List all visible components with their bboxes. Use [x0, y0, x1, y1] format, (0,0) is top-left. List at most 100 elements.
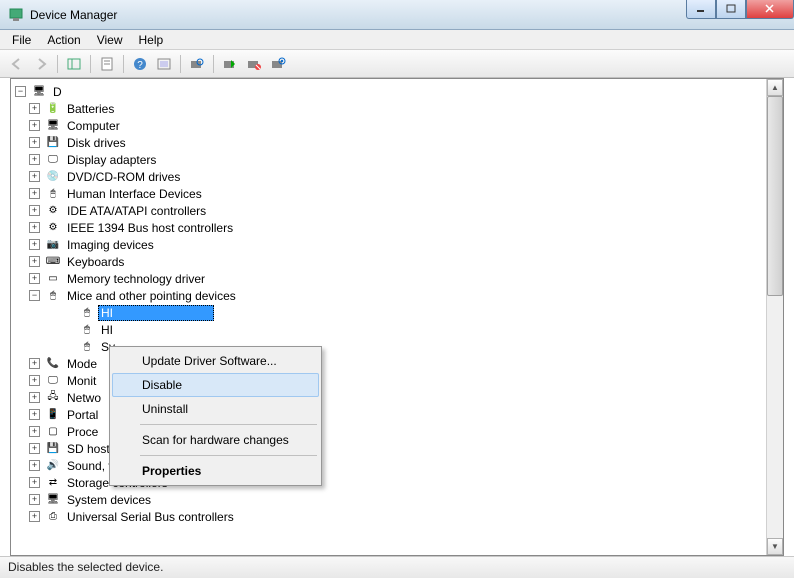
cd-icon [45, 169, 61, 185]
expand-icon[interactable]: + [29, 375, 40, 386]
tree-category[interactable]: +Display adapters [15, 151, 766, 168]
usb-icon [45, 509, 61, 525]
mouse-icon [79, 339, 95, 355]
forward-button[interactable] [30, 53, 52, 75]
toolbar-separator [180, 55, 181, 73]
collapse-icon[interactable]: − [15, 86, 26, 97]
tree-root[interactable]: −D [15, 83, 766, 100]
mouse-icon [79, 322, 95, 338]
tree-category-label: Monit [64, 373, 99, 389]
scroll-up-button[interactable]: ▲ [767, 79, 783, 96]
expand-icon[interactable]: + [29, 171, 40, 182]
ctx-update-driver[interactable]: Update Driver Software... [112, 349, 319, 373]
controller-icon [45, 203, 61, 219]
expand-icon[interactable]: + [29, 477, 40, 488]
tree-category[interactable]: + DVD/CD-ROM drives [15, 168, 766, 185]
expand-icon[interactable]: + [29, 205, 40, 216]
tree-category-label: Computer [64, 118, 123, 134]
toolbar-separator [123, 55, 124, 73]
ctx-scan[interactable]: Scan for hardware changes [112, 428, 319, 452]
expand-icon[interactable]: + [29, 358, 40, 369]
expand-icon[interactable]: + [29, 120, 40, 131]
sound-icon [45, 458, 61, 474]
portable-icon [45, 407, 61, 423]
expand-icon[interactable]: + [29, 273, 40, 284]
minimize-button[interactable] [686, 0, 716, 19]
tree-category[interactable]: +Batteries [15, 100, 766, 117]
scroll-down-button[interactable]: ▼ [767, 538, 783, 555]
disable-button[interactable] [243, 53, 265, 75]
tree-category-label: Proce [64, 424, 101, 440]
app-icon [8, 7, 24, 23]
properties-button[interactable] [96, 53, 118, 75]
tree-category[interactable]: + Computer [15, 117, 766, 134]
collapse-icon[interactable]: − [29, 290, 40, 301]
imaging-icon [45, 237, 61, 253]
expand-icon[interactable]: + [29, 137, 40, 148]
toolbar-separator [213, 55, 214, 73]
expand-icon[interactable]: + [29, 188, 40, 199]
storage-icon [45, 475, 61, 491]
menu-file[interactable]: File [4, 31, 39, 49]
monitor-icon [45, 373, 61, 389]
expand-icon[interactable]: + [29, 409, 40, 420]
tree-category[interactable]: + IDE ATA/ATAPI controllers [15, 202, 766, 219]
toolbar-separator [57, 55, 58, 73]
tree-category-label: Memory technology driver [64, 271, 208, 287]
tree-category-label: System devices [64, 492, 154, 508]
menu-help[interactable]: Help [131, 31, 172, 49]
tree-device[interactable]: HI [15, 321, 766, 338]
keyboard-icon [45, 254, 61, 270]
tree-category[interactable]: + Universal Serial Bus controllers [15, 508, 766, 525]
tree-category[interactable]: + Disk drives [15, 134, 766, 151]
tree-category-label: Human Interface Devices [64, 186, 205, 202]
enable-button[interactable] [219, 53, 241, 75]
tree-category[interactable]: + System devices [15, 491, 766, 508]
tree-category-label: Disk drives [64, 135, 129, 151]
controller-icon [45, 220, 61, 236]
back-button[interactable] [6, 53, 28, 75]
show-hide-console-button[interactable] [63, 53, 85, 75]
uninstall-button[interactable] [267, 53, 289, 75]
tree-category-label: IDE ATA/ATAPI controllers [64, 203, 209, 219]
tree-device[interactable]: HI [15, 304, 766, 321]
expand-icon[interactable]: + [29, 392, 40, 403]
expand-icon[interactable]: + [29, 256, 40, 267]
refresh-button[interactable] [153, 53, 175, 75]
tree-category[interactable]: +Imaging devices [15, 236, 766, 253]
tree-category-label: Universal Serial Bus controllers [64, 509, 237, 525]
expand-icon[interactable]: + [29, 103, 40, 114]
ctx-disable[interactable]: Disable [112, 373, 319, 397]
expand-icon[interactable]: + [29, 460, 40, 471]
toolbar-separator [90, 55, 91, 73]
ctx-uninstall[interactable]: Uninstall [112, 397, 319, 421]
ctx-separator [140, 455, 317, 456]
scroll-thumb[interactable] [767, 96, 783, 296]
menu-action[interactable]: Action [39, 31, 88, 49]
window-controls [686, 0, 794, 19]
tree-category[interactable]: + IEEE 1394 Bus host controllers [15, 219, 766, 236]
expand-icon[interactable]: + [29, 154, 40, 165]
tree-device-label: HI [98, 305, 214, 321]
menubar: File Action View Help [0, 30, 794, 50]
expand-icon[interactable]: + [29, 494, 40, 505]
ctx-properties[interactable]: Properties [112, 459, 319, 483]
expand-icon[interactable]: + [29, 511, 40, 522]
menu-view[interactable]: View [89, 31, 131, 49]
scan-hardware-button[interactable] [186, 53, 208, 75]
tree-category[interactable]: + Memory technology driver [15, 270, 766, 287]
tree-category[interactable]: −Mice and other pointing devices [15, 287, 766, 304]
tree-category-label: DVD/CD-ROM drives [64, 169, 183, 185]
expand-icon[interactable]: + [29, 426, 40, 437]
tree-category[interactable]: +Keyboards [15, 253, 766, 270]
close-button[interactable] [746, 0, 794, 19]
tree-category-label: IEEE 1394 Bus host controllers [64, 220, 236, 236]
help-button[interactable]: ? [129, 53, 151, 75]
expand-icon[interactable]: + [29, 443, 40, 454]
hid-icon [45, 186, 61, 202]
expand-icon[interactable]: + [29, 222, 40, 233]
expand-icon[interactable]: + [29, 239, 40, 250]
tree-category[interactable]: + Human Interface Devices [15, 185, 766, 202]
maximize-button[interactable] [716, 0, 746, 19]
vertical-scrollbar[interactable]: ▲ ▼ [766, 79, 783, 555]
